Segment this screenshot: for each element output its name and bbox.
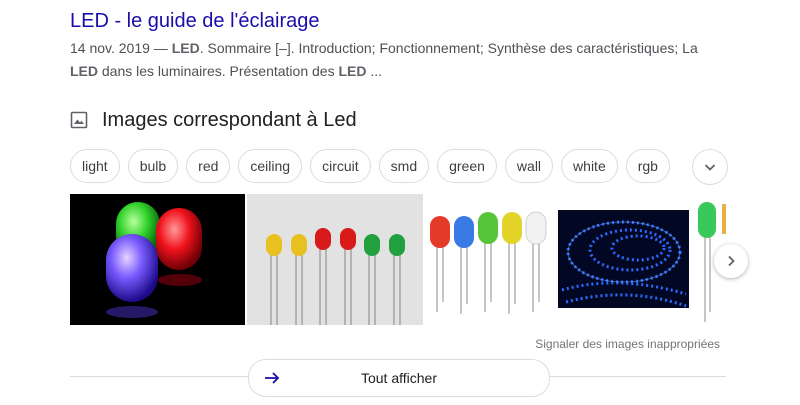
snippet-text: dans les luminaires. Présentation des xyxy=(98,63,339,79)
image-thumbnail[interactable] xyxy=(558,194,689,325)
snippet-bold: LED xyxy=(338,63,367,79)
chip-green[interactable]: green xyxy=(437,149,497,183)
result-date: 14 nov. 2019 xyxy=(70,40,150,56)
image-icon xyxy=(70,111,88,129)
arrow-right-icon xyxy=(265,372,280,384)
led-row-image xyxy=(266,228,405,325)
report-images-link[interactable]: Signaler des images inappropriées xyxy=(535,337,720,351)
chip-ceiling[interactable]: ceiling xyxy=(238,149,303,183)
snippet-bold: LED xyxy=(171,40,200,56)
chip-wall[interactable]: wall xyxy=(504,149,554,183)
image-thumbnail[interactable] xyxy=(425,194,555,325)
divider xyxy=(549,376,726,377)
divider xyxy=(70,376,248,377)
refinement-chips: light bulb red ceiling circuit smd green… xyxy=(70,149,670,183)
image-thumbnails xyxy=(70,194,726,325)
chevron-right-icon xyxy=(728,255,735,267)
date-separator: — xyxy=(149,40,172,56)
chevron-down-icon xyxy=(704,164,716,171)
chip-rgb[interactable]: rgb xyxy=(625,149,670,183)
chip-circuit[interactable]: circuit xyxy=(310,149,371,183)
chip-bulb[interactable]: bulb xyxy=(127,149,179,183)
images-section-title: Images correspondant à Led xyxy=(102,108,357,131)
image-thumbnail[interactable] xyxy=(70,194,245,325)
snippet-bold: LED xyxy=(70,63,98,79)
show-all-label: Tout afficher xyxy=(360,370,437,386)
chip-smd[interactable]: smd xyxy=(378,149,430,183)
result-title-link[interactable]: LED - le guide de l'éclairage xyxy=(70,8,320,34)
snippet-text: . Sommaire [–]. Introduction; Fonctionne… xyxy=(199,40,698,56)
show-all-button[interactable]: Tout afficher xyxy=(248,359,550,397)
result-snippet: 14 nov. 2019 — LED. Sommaire [–]. Introd… xyxy=(70,37,720,83)
chip-red[interactable]: red xyxy=(186,149,231,183)
images-section-header: Images correspondant à Led xyxy=(70,107,357,133)
chip-light[interactable]: light xyxy=(70,149,120,183)
next-images-button[interactable] xyxy=(714,244,748,278)
image-thumbnail[interactable] xyxy=(247,194,423,325)
more-chips-button[interactable] xyxy=(692,149,728,185)
led-strip-image xyxy=(558,210,689,308)
led-rgb-image xyxy=(106,202,202,318)
snippet-text: ... xyxy=(366,63,383,79)
chip-white[interactable]: white xyxy=(561,149,618,183)
led-multicolor-image xyxy=(430,211,547,314)
